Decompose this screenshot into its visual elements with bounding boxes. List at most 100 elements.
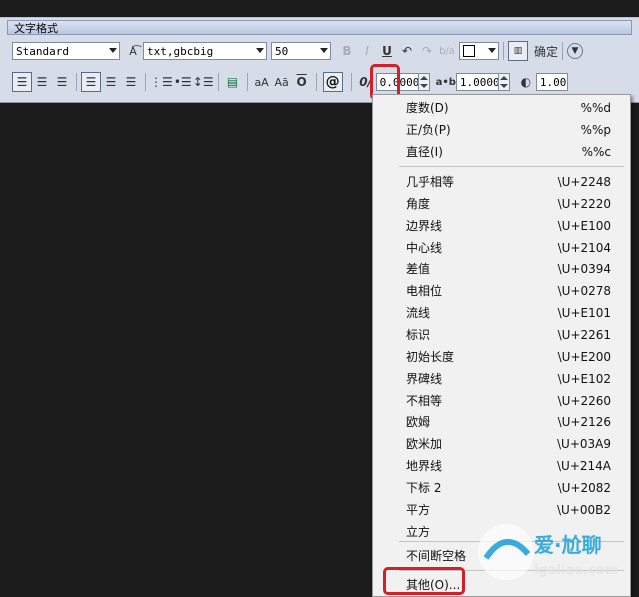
chevron-down-icon [256, 48, 264, 53]
text-height-dropdown[interactable]: 50 [271, 42, 331, 60]
menu-item[interactable]: 不相等 \U+2260 [373, 391, 630, 411]
chevron-down-icon [320, 48, 328, 53]
menu-item-code: \U+2126 [557, 415, 611, 430]
menu-item[interactable]: 初始长度 \U+E200 [373, 347, 630, 367]
menu-item[interactable]: 中心线 \U+2104 [373, 238, 630, 258]
menu-item-code: \U+214A [557, 459, 611, 474]
menu-item-code: %%p [580, 122, 611, 137]
menu-item[interactable]: 流线 \U+E101 [373, 303, 630, 323]
menu-item-label: 不间断空格 [406, 549, 467, 563]
watermark-brand: 爱·尬聊 [534, 533, 602, 557]
separator [76, 73, 77, 91]
width-factor-value: 1.0000 [539, 75, 567, 89]
color-dropdown[interactable] [459, 42, 499, 60]
text-height-value: 50 [275, 44, 289, 58]
lowercase-icon[interactable]: Aā [272, 72, 292, 92]
insert-field-icon[interactable]: ▤ [223, 72, 243, 92]
menu-item[interactable]: 角度 \U+2220 [373, 194, 630, 214]
menu-item-label: 标识 [406, 327, 431, 342]
menu-item-label: 欧米加 [406, 437, 443, 452]
ruler-icon[interactable]: ▥ [508, 41, 528, 61]
menu-item-code: \U+2104 [557, 240, 611, 255]
center-icon[interactable]: ☰ [101, 72, 121, 92]
menu-item-label: 几乎相等 [406, 175, 455, 189]
menu-item[interactable]: 边界线 \U+E100 [373, 216, 630, 236]
bold-icon[interactable]: B [337, 41, 357, 61]
underline-icon[interactable]: U [377, 41, 397, 61]
redo-icon[interactable]: ↷ [417, 41, 437, 61]
confirm-button[interactable]: 确定 [534, 41, 558, 61]
toolbar-row-1: Standard A͡ txt,gbcbig 50 B I U ↶ ↷ b/a … [12, 39, 632, 63]
menu-item-code: \U+2082 [557, 480, 611, 495]
menu-item-label: 地界线 [406, 459, 443, 474]
undo-icon[interactable]: ↶ [397, 41, 417, 61]
menu-item[interactable]: 下标 2 \U+2082 [373, 478, 630, 498]
numbering-icon[interactable]: ⋮☰ [150, 72, 173, 92]
align-center-icon[interactable]: ☰ [32, 72, 52, 92]
menu-item[interactable]: 正/负(P) %%p [373, 120, 630, 140]
menu-item[interactable]: 电相位 \U+0278 [373, 281, 630, 301]
stack-icon[interactable]: b/a [437, 41, 457, 61]
menu-item[interactable]: 平方 \U+00B2 [373, 500, 630, 520]
uppercase-icon[interactable]: aA [252, 72, 272, 92]
watermark-logo: 爱·尬聊 igaliao.com [478, 524, 618, 580]
spinner-icon[interactable] [497, 74, 509, 90]
tracking-icon: a•b [435, 76, 456, 88]
menu-item-label: 不相等 [406, 393, 443, 408]
menu-item[interactable]: 标识 \U+2261 [373, 325, 630, 345]
menu-item-code: \U+0394 [557, 262, 611, 277]
tracking-input[interactable]: 1.0000 [455, 73, 510, 91]
menu-item[interactable]: 界碑线 \U+E102 [373, 369, 630, 389]
separator [503, 42, 504, 60]
font-type-icon: A͡ [129, 44, 137, 58]
menu-separator [399, 166, 624, 167]
menu-item[interactable]: 地界线 \U+214A [373, 456, 630, 476]
distribute-icon[interactable]: ☰ [121, 72, 141, 92]
width-factor-input[interactable]: 1.0000 [535, 73, 568, 91]
menu-item-label: 立方 [406, 524, 431, 539]
style-dropdown[interactable]: Standard [12, 42, 120, 60]
separator [562, 42, 564, 60]
menu-item-label: 度数(D) [406, 101, 449, 115]
font-value: txt,gbcbig [147, 44, 214, 58]
options-icon[interactable]: ▼ [567, 43, 584, 59]
menu-item-code: %%c [581, 144, 611, 159]
menu-item-code: \U+00B2 [556, 502, 611, 517]
line-spacing-icon[interactable]: ↕☰ [193, 72, 214, 92]
menu-item-code: \U+E200 [557, 349, 611, 364]
overline-icon[interactable]: O [292, 72, 312, 92]
toolbar-title: 文字格式 [7, 20, 632, 35]
style-value: Standard [16, 44, 69, 58]
menu-item-label: 流线 [406, 306, 431, 321]
justify-icon[interactable]: ☰ [81, 72, 101, 92]
menu-item-code: \U+E100 [557, 218, 611, 233]
separator [246, 73, 248, 91]
menu-item[interactable]: 欧姆 \U+2126 [373, 412, 630, 432]
align-right-icon[interactable]: ☰ [52, 72, 72, 92]
separator [350, 73, 352, 91]
menu-item[interactable]: 欧米加 \U+03A9 [373, 434, 630, 454]
menu-item[interactable]: 差值 \U+0394 [373, 259, 630, 279]
symbol-at-icon[interactable]: @ [322, 72, 343, 92]
chevron-down-icon [488, 48, 496, 53]
menu-item-label: 电相位 [406, 284, 443, 299]
align-left-icon[interactable]: ☰ [12, 72, 32, 92]
menu-item[interactable]: 几乎相等 \U+2248 [373, 172, 630, 192]
italic-icon[interactable]: I [357, 41, 377, 61]
color-box-icon [463, 45, 475, 57]
text-format-toolbar: 文字格式 Standard A͡ txt,gbcbig 50 B I U ↶ ↷… [0, 17, 639, 103]
menu-item-code: \U+2260 [557, 393, 611, 408]
spinner-icon[interactable] [417, 74, 429, 90]
menu-item[interactable]: 度数(D) %%d [373, 98, 630, 118]
bullets-icon[interactable]: •☰ [173, 72, 193, 92]
tracking-value: 1.0000 [459, 75, 500, 89]
menu-item-code: \U+E102 [557, 371, 611, 386]
menu-item-label: 中心线 [406, 240, 443, 255]
width-factor-icon: ◐ [520, 75, 532, 89]
menu-item-label: 界碑线 [406, 371, 443, 386]
menu-item-label: 直径(I) [406, 144, 443, 159]
font-dropdown[interactable]: txt,gbcbig [143, 42, 267, 60]
menu-item[interactable]: 直径(I) %%c [373, 142, 630, 162]
toolbar-row-2: ☰ ☰ ☰ ☰ ☰ ☰ ⋮☰ •☰ ↕☰ ▤ aA Aā O @ 0/ 0.00… [12, 70, 639, 94]
menu-item-code: \U+2261 [557, 327, 611, 342]
